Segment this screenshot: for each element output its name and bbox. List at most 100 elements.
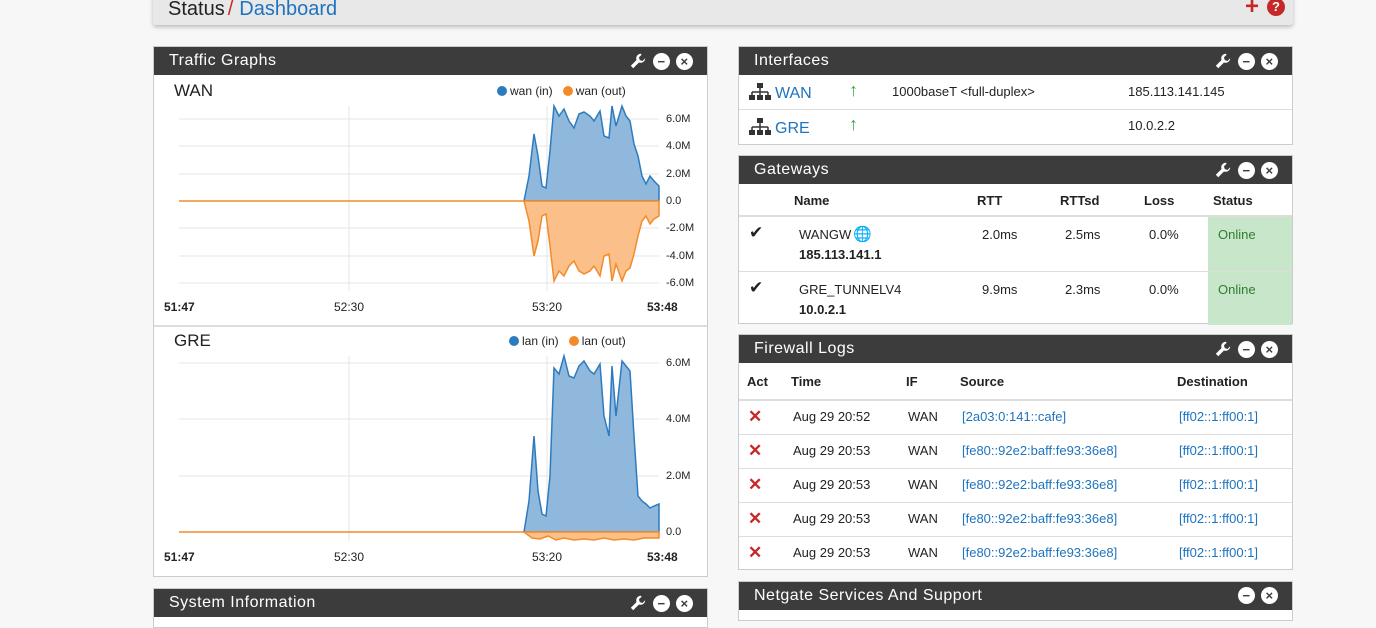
- y-tick: 6.0M: [666, 357, 691, 369]
- x-tick: 53:48: [647, 300, 678, 314]
- minimize-icon[interactable]: −: [1238, 52, 1255, 70]
- block-icon[interactable]: ✕: [748, 509, 762, 529]
- interface-media: 1000baseT <full-duplex>: [892, 84, 1035, 99]
- column-header: IF: [906, 374, 918, 389]
- firewall-log-row: ✕ Aug 29 20:53 WAN [fe80::92e2:baff:fe93…: [739, 502, 1292, 536]
- status-up-icon: ↑: [849, 114, 858, 134]
- close-icon[interactable]: ×: [1261, 340, 1278, 358]
- wrench-icon[interactable]: [1214, 161, 1232, 179]
- wrench-icon[interactable]: [629, 594, 647, 612]
- log-source-link[interactable]: [fe80::92e2:baff:fe93:36e8]: [962, 545, 1117, 560]
- gateway-loss: 0.0%: [1149, 227, 1179, 242]
- close-icon[interactable]: ×: [676, 594, 693, 612]
- gateways-panel: Gateways − × Name RTT RTTsd Loss Status …: [738, 155, 1293, 325]
- column-header: Act: [747, 374, 768, 389]
- log-destination-link[interactable]: [ff02::1:ff00:1]: [1179, 409, 1258, 424]
- interface-ip: 10.0.2.2: [1128, 118, 1175, 133]
- close-icon[interactable]: ×: [1261, 161, 1278, 179]
- wrench-icon[interactable]: [629, 52, 647, 70]
- panel-heading: Firewall Logs − ×: [739, 335, 1292, 363]
- log-source-link[interactable]: [fe80::92e2:baff:fe93:36e8]: [962, 477, 1117, 492]
- y-tick: 2.0M: [666, 470, 691, 482]
- gateway-ip: 10.0.2.1: [799, 302, 846, 317]
- wrench-icon[interactable]: [1214, 340, 1232, 358]
- gateway-name: GRE_TUNNELV4: [799, 282, 902, 297]
- panel-heading: Traffic Graphs − ×: [154, 47, 707, 75]
- check-circle-icon: ✔: [749, 278, 764, 297]
- column-header: Destination: [1177, 374, 1248, 389]
- breadcrumb-dashboard[interactable]: Dashboard: [239, 0, 337, 20]
- panel-heading: Gateways − ×: [739, 156, 1292, 184]
- column-header: Name: [794, 193, 830, 208]
- gateways-header-row: Name RTT RTTsd Loss Status: [739, 184, 1292, 215]
- breadcrumb: Status / Dashboard: [168, 0, 337, 21]
- interfaces-panel: Interfaces − × WAN ↑ 1000baseT <full-dup…: [738, 46, 1293, 145]
- wrench-icon[interactable]: [1214, 52, 1232, 70]
- block-icon[interactable]: ✕: [748, 475, 762, 495]
- interface-name-link[interactable]: WAN: [775, 85, 812, 103]
- interface-ip: 185.113.141.145: [1128, 84, 1225, 99]
- log-destination-link[interactable]: [ff02::1:ff00:1]: [1179, 443, 1258, 458]
- y-tick: -6.0M: [666, 277, 695, 289]
- log-interface: WAN: [908, 511, 938, 526]
- log-source-link[interactable]: [2a03:0:141::cafe]: [962, 409, 1066, 424]
- column-header: RTT: [977, 193, 1003, 208]
- page-header: Status / Dashboard + ?: [153, 0, 1293, 25]
- interface-name-link[interactable]: GRE: [775, 120, 810, 138]
- breadcrumb-status[interactable]: Status: [168, 0, 225, 20]
- block-icon[interactable]: ✕: [748, 441, 762, 461]
- x-tick: 52:30: [334, 550, 365, 564]
- wan-chart: [179, 103, 660, 291]
- add-widget-icon[interactable]: +: [1245, 0, 1259, 19]
- firewall-header-row: Act Time IF Source Destination: [739, 363, 1292, 399]
- gateway-rttsd: 2.5ms: [1065, 227, 1101, 242]
- network-icon: [749, 118, 771, 135]
- panel-title: Traffic Graphs: [169, 52, 277, 69]
- minimize-icon[interactable]: −: [653, 594, 670, 612]
- check-circle-icon: ✔: [749, 223, 764, 242]
- gateway-rttsd: 2.3ms: [1065, 282, 1101, 297]
- firewall-logs-panel: Firewall Logs − × Act Time IF Source Des…: [738, 334, 1293, 570]
- minimize-icon[interactable]: −: [1238, 340, 1255, 358]
- netgate-services-panel: Netgate Services And Support − ×: [738, 581, 1293, 621]
- x-tick: 53:20: [532, 550, 563, 564]
- help-icon[interactable]: ?: [1267, 0, 1285, 16]
- breadcrumb-separator: /: [227, 0, 234, 20]
- gateway-loss: 0.0%: [1149, 282, 1179, 297]
- panel-title: Interfaces: [754, 52, 830, 69]
- firewall-log-row: ✕ Aug 29 20:53 WAN [fe80::92e2:baff:fe93…: [739, 468, 1292, 502]
- minimize-icon[interactable]: −: [1238, 587, 1255, 604]
- minimize-icon[interactable]: −: [653, 52, 670, 70]
- y-tick: 0.0: [666, 526, 682, 538]
- log-time: Aug 29 20:52: [793, 409, 871, 424]
- column-header: Source: [960, 374, 1005, 389]
- globe-icon: 🌐: [853, 226, 872, 243]
- log-destination-link[interactable]: [ff02::1:ff00:1]: [1179, 511, 1258, 526]
- log-time: Aug 29 20:53: [793, 477, 871, 492]
- status-badge: Online: [1208, 272, 1292, 325]
- block-icon[interactable]: ✕: [748, 543, 762, 563]
- gateway-row: ✔ GRE_TUNNELV4 10.0.2.1 9.9ms 2.3ms 0.0%…: [739, 271, 1292, 325]
- close-icon[interactable]: ×: [1261, 52, 1278, 70]
- log-destination-link[interactable]: [ff02::1:ff00:1]: [1179, 477, 1258, 492]
- close-icon[interactable]: ×: [1261, 587, 1278, 604]
- y-tick: 2.0M: [666, 168, 691, 180]
- x-tick: 52:30: [334, 300, 365, 314]
- gre-chart: [179, 353, 660, 541]
- panel-heading: Interfaces − ×: [739, 47, 1292, 75]
- log-source-link[interactable]: [fe80::92e2:baff:fe93:36e8]: [962, 511, 1117, 526]
- panel-title: Gateways: [754, 161, 830, 178]
- traffic-graphs-panel: Traffic Graphs − × WAN wan (in) wan (out…: [153, 46, 708, 577]
- log-destination-link[interactable]: [ff02::1:ff00:1]: [1179, 545, 1258, 560]
- column-header: Status: [1213, 193, 1253, 208]
- panel-heading: System Information − ×: [154, 589, 707, 617]
- minimize-icon[interactable]: −: [1238, 161, 1255, 179]
- system-information-panel: System Information − ×: [153, 588, 708, 628]
- close-icon[interactable]: ×: [676, 52, 693, 70]
- panel-heading: Netgate Services And Support − ×: [739, 582, 1292, 610]
- y-tick: -2.0M: [666, 222, 695, 234]
- panel-title: Firewall Logs: [754, 340, 855, 357]
- block-icon[interactable]: ✕: [748, 407, 762, 427]
- panel-title: Netgate Services And Support: [754, 587, 983, 604]
- log-source-link[interactable]: [fe80::92e2:baff:fe93:36e8]: [962, 443, 1117, 458]
